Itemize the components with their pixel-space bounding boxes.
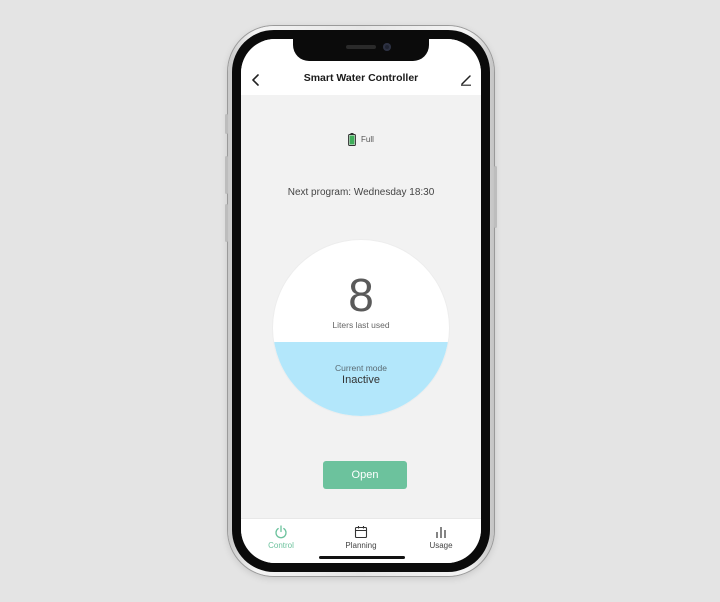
stage: Smart Water Controller Full Next program… — [0, 0, 720, 602]
phone-volume-down — [225, 204, 228, 242]
home-indicator — [319, 556, 405, 559]
pencil-icon — [461, 75, 471, 86]
chevron-left-icon — [252, 74, 259, 86]
battery-status: Full — [241, 133, 481, 146]
mode-value: Inactive — [342, 374, 380, 386]
app-screen: Smart Water Controller Full Next program… — [241, 39, 481, 563]
phone-side-button — [225, 114, 228, 134]
nav-item-usage[interactable]: Usage — [401, 519, 481, 563]
phone-notch — [293, 39, 429, 61]
page-title: Smart Water Controller — [303, 72, 419, 84]
speaker-grille — [346, 45, 376, 49]
next-program-text: Next program: Wednesday 18:30 — [287, 187, 435, 198]
phone-power-button — [494, 166, 497, 228]
nav-item-control[interactable]: Control — [241, 519, 321, 563]
water-usage-gauge: 8 Liters last used Current mode Inactive — [273, 240, 449, 416]
battery-label: Full — [361, 135, 374, 144]
mode-label: Current mode — [335, 363, 387, 373]
bar-chart-icon — [436, 527, 446, 538]
battery-icon — [348, 133, 356, 146]
phone-volume-up — [225, 156, 228, 194]
edit-button[interactable] — [455, 69, 477, 91]
calendar-icon — [354, 526, 368, 539]
phone-frame: Smart Water Controller Full Next program… — [225, 26, 497, 576]
nav-label-planning: Planning — [345, 541, 377, 550]
camera-icon — [383, 43, 391, 51]
open-button[interactable]: Open — [323, 461, 407, 489]
liters-value: 8 — [348, 269, 374, 321]
liters-label: Liters last used — [332, 320, 390, 330]
phone-bezel: Smart Water Controller Full Next program… — [232, 30, 490, 572]
nav-label-control: Control — [268, 541, 294, 550]
nav-label-usage: Usage — [429, 541, 453, 550]
power-icon — [275, 525, 287, 539]
back-button[interactable] — [245, 69, 267, 91]
